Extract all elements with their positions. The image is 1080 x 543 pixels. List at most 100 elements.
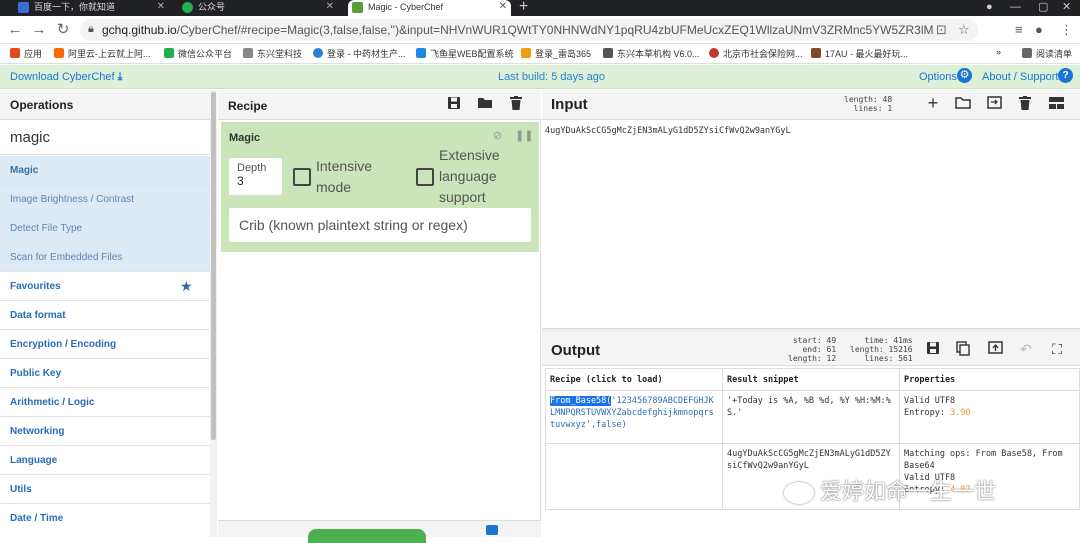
op-result-detect-file-type[interactable]: Detect File Type	[0, 214, 210, 243]
recipe-cell[interactable]	[545, 443, 723, 510]
disable-op-icon[interactable]: ⊘	[493, 129, 502, 142]
watermark-text: 爱婷如命一生一世	[820, 479, 997, 504]
browser-tab-cyberchef[interactable]: Magic - CyberChef ✕	[348, 0, 511, 16]
bookmark-item[interactable]: 北京市社会保险网...	[709, 47, 803, 60]
tab-title: 百度一下，你就知道	[34, 2, 116, 12]
close-icon[interactable]: ✕	[499, 0, 507, 14]
input-textarea[interactable]: 4ugYDuAkScCG5gMcZjEN3mALyG1dD5ZYsiCfWvQ2…	[545, 126, 791, 136]
url-host: gchq.github.io	[102, 23, 177, 37]
clear-input-icon[interactable]	[1016, 96, 1034, 113]
reload-icon[interactable]: ↻	[54, 21, 72, 39]
scrollbar-thumb[interactable]	[211, 92, 216, 440]
bookmark-item[interactable]: 阿里云-上云就上阿...	[54, 47, 151, 60]
operations-scrollbar[interactable]	[210, 90, 217, 537]
clear-recipe-icon[interactable]	[507, 96, 525, 113]
entropy-value: 3.90	[950, 408, 971, 418]
menu-dots-icon[interactable]: ⋮	[1060, 22, 1073, 38]
more-bookmarks-button[interactable]: »	[996, 47, 1001, 57]
wechat-favicon-icon	[182, 2, 193, 13]
download-cyberchef-link[interactable]: Download CyberChef ⤓	[10, 71, 122, 84]
table-row: From_Base58('123456789ABCDEFGHJKLMNPQRST…	[545, 390, 1080, 444]
bookmark-item[interactable]: 飞鱼星WEB配置系统	[416, 47, 514, 60]
forward-icon[interactable]: →	[30, 21, 48, 39]
op-result-scan-embedded[interactable]: Scan for Embedded Files	[0, 243, 210, 272]
prop-entropy: Entropy: 3.90	[904, 407, 1075, 419]
browser-tab-baidu[interactable]: 百度一下，你就知道 ✕	[14, 0, 169, 16]
reading-list-button[interactable]: 阅读清单	[1022, 47, 1072, 60]
recipe-cell[interactable]: From_Base58('123456789ABCDEFGHJKLMNPQRST…	[545, 390, 723, 444]
url-path: /CyberChef/#recipe=Magic(3,false,false,'…	[176, 23, 934, 37]
bookmark-item[interactable]: 东兴堂科技	[243, 47, 302, 60]
add-tab-icon[interactable]: +	[924, 93, 942, 114]
input-title: Input	[551, 96, 588, 113]
bookmark-item[interactable]: 17AU - 最火最好玩...	[811, 47, 908, 60]
op-result-image-brightness[interactable]: Image Brightness / Contrast	[0, 185, 210, 214]
depth-field[interactable]: Depth 3	[229, 158, 282, 195]
output-title: Output	[551, 342, 601, 359]
new-tab-button[interactable]: +	[519, 0, 528, 16]
undo-icon[interactable]: ↶	[1017, 341, 1035, 358]
open-file-icon[interactable]	[985, 96, 1003, 112]
extensive-language-checkbox[interactable]	[416, 168, 434, 186]
bake-button[interactable]	[308, 529, 426, 543]
bookmark-item[interactable]: 微信公众平台	[164, 47, 232, 60]
category-encryption-encoding[interactable]: Encryption / Encoding	[0, 330, 210, 359]
tab-title: 公众号	[198, 2, 226, 12]
bookmark-item[interactable]: 登录 - 中药材生产...	[313, 47, 406, 60]
maximize-icon[interactable]: ▢	[1038, 0, 1048, 16]
bookmark-item[interactable]: 应用	[10, 47, 42, 60]
category-date-time[interactable]: Date / Time	[0, 504, 210, 533]
browser-tab-gzh[interactable]: 公众号 ✕	[178, 0, 338, 16]
close-icon[interactable]: ✕	[157, 0, 165, 14]
category-favourites[interactable]: Favourites ★	[0, 272, 210, 301]
gear-icon[interactable]: ⚙	[957, 68, 972, 83]
replace-input-icon[interactable]	[986, 341, 1004, 357]
reading-list-icon[interactable]: ≡	[1015, 22, 1023, 37]
bookmark-label: 飞鱼星WEB配置系统	[430, 49, 514, 59]
bookmark-item[interactable]: 东兴本草机构 V6.0...	[603, 47, 700, 60]
output-length: 15216	[888, 345, 913, 354]
avatar[interactable]: ●	[1035, 22, 1043, 37]
open-folder-icon[interactable]	[954, 96, 972, 112]
category-data-format[interactable]: Data format	[0, 301, 210, 330]
globe-icon	[313, 48, 323, 58]
category-public-key[interactable]: Public Key	[0, 359, 210, 388]
options-link[interactable]: Options	[919, 71, 957, 83]
magic-operation-card[interactable]: Magic ⊘ ❚❚ Depth 3 Intensive mode Extens…	[221, 122, 539, 252]
maximize-output-icon[interactable]: ⛶	[1048, 341, 1066, 358]
about-support-link[interactable]: About / Support	[982, 71, 1058, 83]
watermark: 爱婷如命一生一世	[784, 474, 996, 506]
bookmark-star-icon[interactable]: ☆	[958, 22, 970, 38]
window-close-icon[interactable]: ✕	[1062, 0, 1071, 16]
help-icon[interactable]: ?	[1058, 68, 1073, 83]
load-recipe-icon[interactable]	[476, 96, 494, 112]
category-utils[interactable]: Utils	[0, 475, 210, 504]
layout-icon[interactable]	[1047, 96, 1065, 112]
category-networking[interactable]: Networking	[0, 417, 210, 446]
translate-icon[interactable]: ⊡	[936, 22, 947, 38]
category-language[interactable]: Language	[0, 446, 210, 475]
auto-bake-checkbox[interactable]	[486, 525, 498, 535]
stat-label: length:	[844, 95, 878, 104]
copy-output-icon[interactable]	[954, 341, 972, 359]
recipe-op-link[interactable]: From_Base58(	[550, 396, 612, 406]
wechat-logo-icon	[784, 482, 814, 505]
intensive-mode-checkbox[interactable]	[293, 168, 311, 186]
download-label: Download CyberChef	[10, 71, 115, 83]
output-sel-length: 12	[826, 354, 837, 363]
bookmark-label: 登录 - 中药材生产...	[327, 49, 406, 59]
bookmark-item[interactable]: 登录_雷岛365	[521, 47, 591, 60]
profile-dot-icon[interactable]: ●	[986, 0, 993, 16]
pause-op-icon[interactable]: ❚❚	[515, 129, 533, 142]
save-recipe-icon[interactable]	[445, 96, 463, 113]
back-icon[interactable]: ←	[6, 21, 24, 39]
output-end: 61	[826, 345, 837, 354]
minimize-icon[interactable]: —	[1010, 0, 1021, 16]
close-icon[interactable]: ✕	[326, 0, 334, 14]
op-result-magic[interactable]: Magic	[0, 156, 210, 185]
crib-input[interactable]: Crib (known plaintext string or regex)	[229, 208, 531, 242]
category-arithmetic-logic[interactable]: Arithmetic / Logic	[0, 388, 210, 417]
operations-search-input[interactable]: magic	[0, 121, 210, 155]
url-input[interactable]: 🔒︎ gchq.github.io/CyberChef/#recipe=Magi…	[80, 19, 978, 41]
save-output-icon[interactable]	[924, 341, 942, 358]
